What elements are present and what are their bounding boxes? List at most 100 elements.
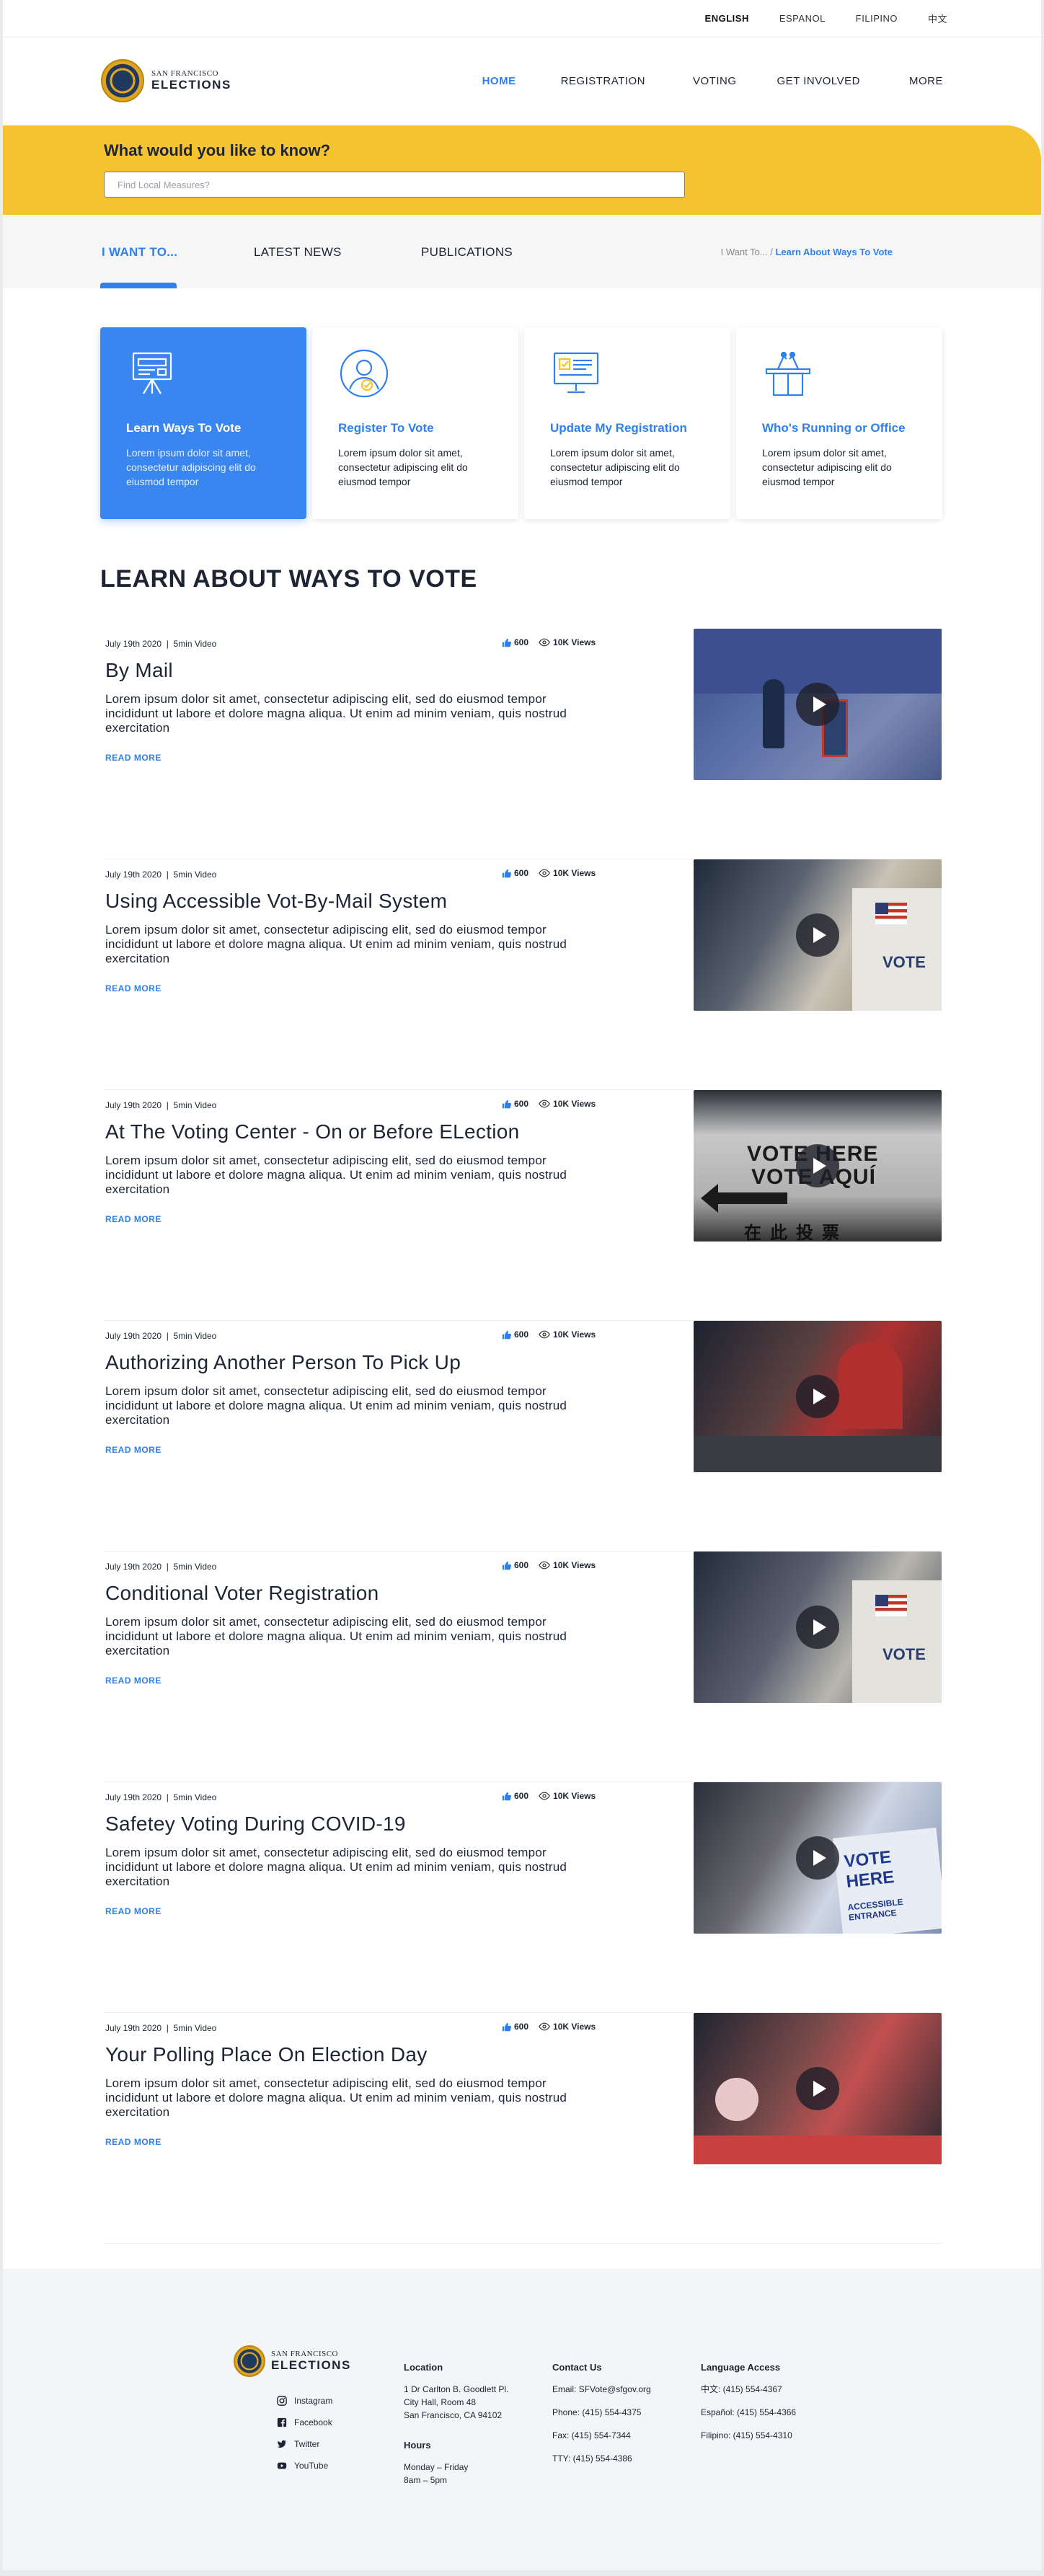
social-twitter[interactable]: Twitter (277, 2439, 332, 2449)
tab-latest-news[interactable]: LATEST NEWS (254, 245, 342, 260)
read-more-link[interactable]: READ MORE (105, 1214, 162, 1224)
likes[interactable]: 600 (502, 868, 528, 878)
views-count: 10K Views (553, 1791, 596, 1801)
video-thumbnail[interactable] (694, 1321, 942, 1472)
article-stats: 600 10K Views (502, 1791, 596, 1801)
search-heading: What would you like to know? (104, 141, 331, 159)
lang-filipino[interactable]: FILIPINO (856, 13, 898, 24)
read-more-link[interactable]: READ MORE (105, 983, 162, 993)
social-facebook[interactable]: Facebook (277, 2417, 332, 2427)
article-length: 5min Video (173, 2023, 217, 2033)
article-date: July 19th 2020 (105, 1562, 162, 1572)
tab-publications[interactable]: PUBLICATIONS (421, 245, 513, 260)
nav-get-involved[interactable]: GET INVOLVED (777, 75, 860, 87)
likes[interactable]: 600 (502, 1791, 528, 1801)
views: 10K Views (539, 2022, 596, 2032)
eye-icon (539, 1561, 550, 1570)
views: 10K Views (539, 1791, 596, 1801)
thumbs-up-icon (502, 638, 511, 647)
video-thumbnail[interactable] (694, 629, 942, 780)
breadcrumb-root[interactable]: I Want To... / (721, 247, 773, 257)
read-more-link[interactable]: READ MORE (105, 1676, 162, 1686)
thumb-flag (875, 1595, 907, 1616)
footer-lang-filipino[interactable]: Filipino: (415) 554-4310 (701, 2429, 796, 2442)
lang-english[interactable]: ENGLISH (705, 13, 749, 24)
read-more-link[interactable]: READ MORE (105, 1445, 162, 1455)
likes[interactable]: 600 (502, 1560, 528, 1570)
video-thumbnail[interactable]: VOTE (694, 859, 942, 1011)
footer-email[interactable]: Email: SFVote@sfgov.org (552, 2383, 651, 2396)
video-thumbnail[interactable] (694, 2013, 942, 2164)
likes-count: 600 (514, 1791, 529, 1801)
footer-logo[interactable]: SAN FRANCISCO ELECTIONS (234, 2345, 351, 2377)
thumb-vote-text: VOTE (882, 1645, 926, 1663)
facebook-icon (277, 2417, 287, 2427)
play-icon[interactable] (796, 913, 839, 957)
article-title[interactable]: Safetey Voting During COVID-19 (105, 1813, 406, 1836)
video-thumbnail[interactable]: VOTE HERE ACCESSIBLE ENTRANCE (694, 1782, 942, 1934)
read-more-link[interactable]: READ MORE (105, 753, 162, 763)
footer-phone[interactable]: Phone: (415) 554-4375 (552, 2406, 651, 2419)
card-learn-ways-to-vote[interactable]: Learn Ways To Vote Lorem ipsum dolor sit… (100, 327, 306, 519)
card-whos-running[interactable]: Who's Running or Office Lorem ipsum dolo… (736, 327, 942, 519)
thumbs-up-icon (502, 2022, 511, 2031)
article-length: 5min Video (173, 869, 217, 880)
sub-nav: I WANT TO... LATEST NEWS PUBLICATIONS I … (3, 215, 1041, 288)
video-thumbnail[interactable]: VOTE HERE VOTE AQUÍ 在此投票 (694, 1090, 942, 1241)
eye-icon (539, 1792, 550, 1800)
play-icon[interactable] (796, 2067, 839, 2110)
lang-chinese[interactable]: 中文 (928, 12, 947, 25)
likes[interactable]: 600 (502, 2022, 528, 2032)
article-title[interactable]: By Mail (105, 659, 173, 682)
social-youtube[interactable]: YouTube (277, 2461, 332, 2471)
thumb-table (694, 2135, 942, 2164)
site-logo[interactable]: SAN FRANCISCO ELECTIONS (101, 59, 231, 102)
footer-lang-chinese[interactable]: 中文: (415) 554-4367 (701, 2383, 796, 2396)
play-icon[interactable] (796, 683, 839, 726)
article-title[interactable]: Your Polling Place On Election Day (105, 2043, 428, 2066)
youtube-icon (277, 2462, 287, 2469)
footer-tty[interactable]: TTY: (415) 554-4386 (552, 2452, 651, 2465)
article-meta: July 19th 2020 | 5min Video (105, 1100, 217, 1110)
play-icon[interactable] (796, 1375, 839, 1418)
lang-espanol[interactable]: ESPANOL (779, 13, 826, 24)
search-input[interactable] (104, 172, 685, 198)
footer-lang-spanish[interactable]: Español: (415) 554-4366 (701, 2406, 796, 2419)
views-count: 10K Views (553, 637, 596, 647)
search-band: What would you like to know? (3, 125, 1041, 215)
footer-contact: Contact Us Email: SFVote@sfgov.org Phone… (552, 2361, 651, 2465)
article-item: July 19th 2020 | 5min Video 600 10K View… (104, 2013, 942, 2244)
article-title[interactable]: Authorizing Another Person To Pick Up (105, 1351, 461, 1374)
article-title[interactable]: Using Accessible Vot-By-Mail System (105, 890, 447, 913)
article-date: July 19th 2020 (105, 869, 162, 880)
breadcrumb-current: Learn About Ways To Vote (775, 247, 893, 257)
article-item: July 19th 2020 | 5min Video 600 10K View… (104, 859, 942, 1090)
logo-bottom-text: ELECTIONS (271, 2358, 351, 2372)
article-title[interactable]: Conditional Voter Registration (105, 1582, 379, 1605)
play-icon[interactable] (796, 1836, 839, 1880)
nav-home[interactable]: HOME (482, 75, 516, 87)
video-thumbnail[interactable]: VOTE (694, 1552, 942, 1703)
social-instagram[interactable]: Instagram (277, 2396, 332, 2406)
read-more-link[interactable]: READ MORE (105, 2137, 162, 2147)
tab-i-want-to[interactable]: I WANT TO... (102, 245, 177, 260)
play-icon[interactable] (796, 1606, 839, 1649)
likes[interactable]: 600 (502, 1099, 528, 1109)
social-label: Facebook (294, 2417, 332, 2427)
footer-heading: Contact Us (552, 2362, 602, 2373)
nav-more[interactable]: MORE (909, 75, 943, 87)
card-update-registration[interactable]: Update My Registration Lorem ipsum dolor… (524, 327, 730, 519)
likes[interactable]: 600 (502, 1329, 528, 1340)
article-stats: 600 10K Views (502, 868, 596, 878)
article-length: 5min Video (173, 1792, 217, 1802)
play-icon[interactable] (796, 1144, 839, 1187)
article-title[interactable]: At The Voting Center - On or Before ELec… (105, 1120, 520, 1143)
nav-voting[interactable]: VOTING (693, 75, 737, 87)
views: 10K Views (539, 637, 596, 647)
article-length: 5min Video (173, 1562, 217, 1572)
footer-line: San Francisco, CA 94102 (404, 2410, 503, 2420)
card-register-to-vote[interactable]: Register To Vote Lorem ipsum dolor sit a… (312, 327, 518, 519)
nav-registration[interactable]: REGISTRATION (561, 75, 645, 87)
likes[interactable]: 600 (502, 637, 528, 647)
read-more-link[interactable]: READ MORE (105, 1906, 162, 1916)
